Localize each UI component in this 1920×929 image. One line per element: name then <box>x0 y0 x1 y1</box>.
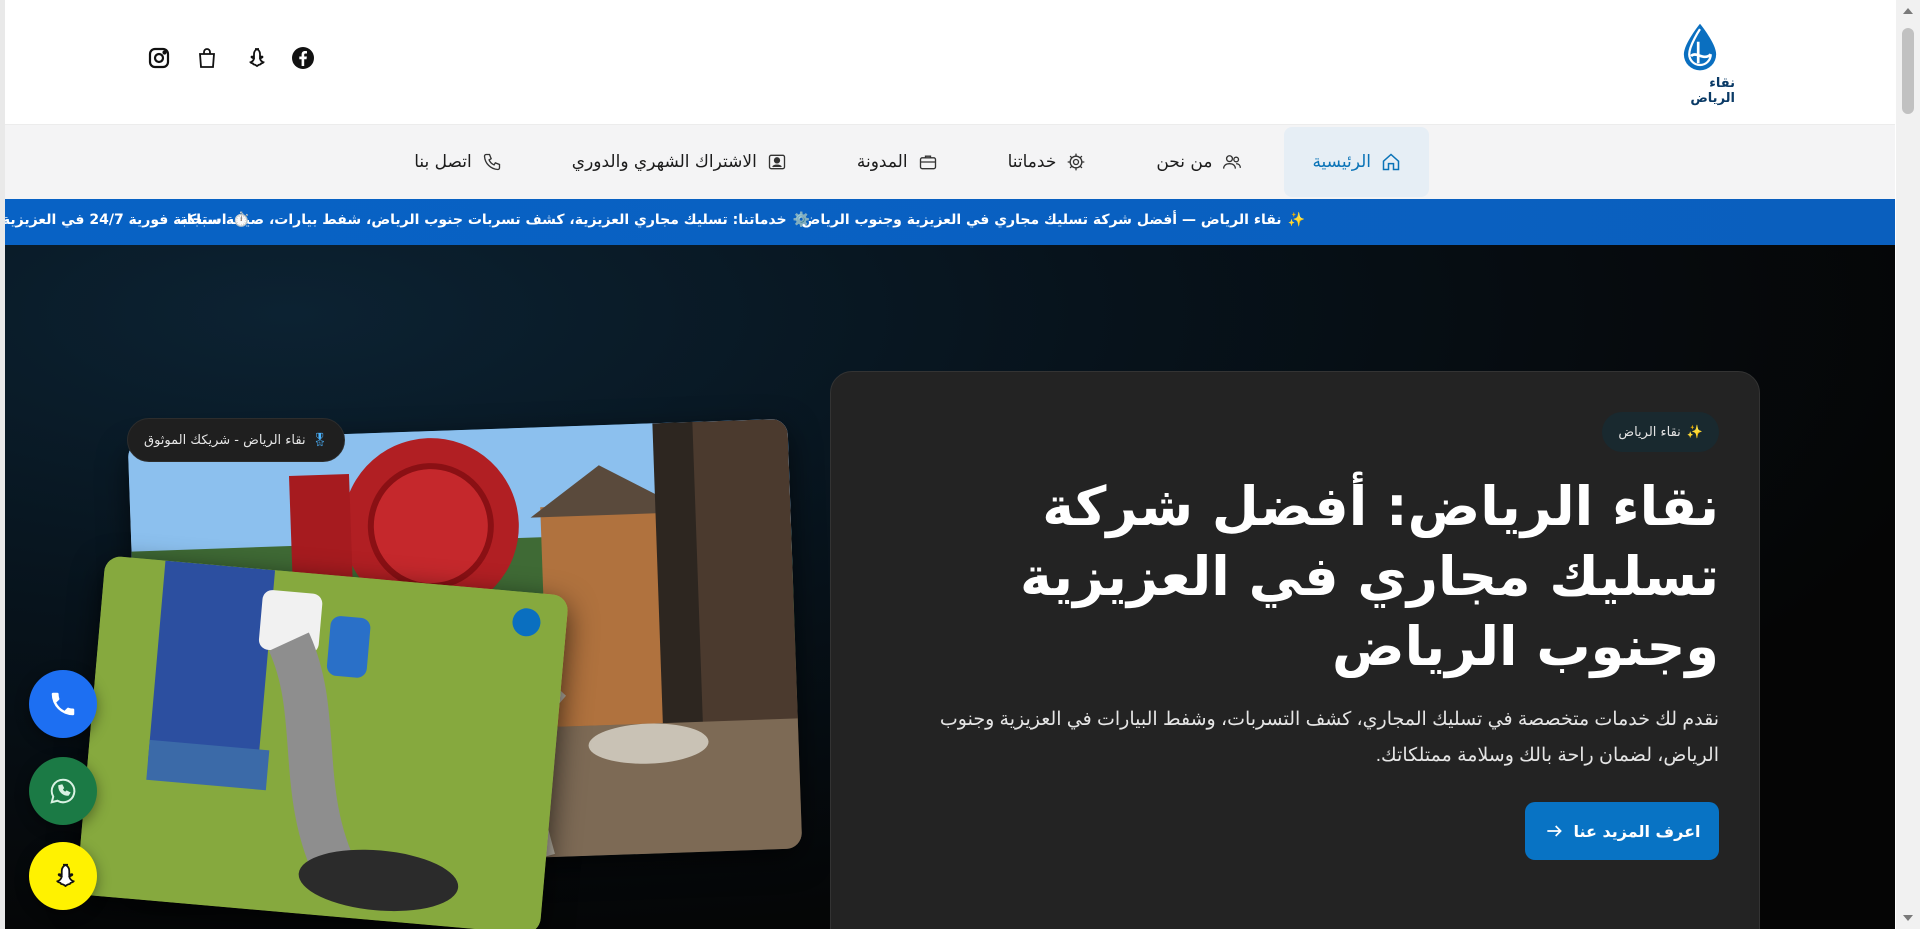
facebook-icon[interactable] <box>291 46 315 70</box>
hero-title: نقاء الرياض: أفضل شركة تسليك مجاري في ال… <box>1020 475 1719 678</box>
home-icon <box>1382 153 1400 171</box>
arrow-right-icon <box>1546 825 1562 837</box>
snapchat-icon[interactable] <box>243 46 267 70</box>
snapchat-button[interactable] <box>29 842 97 910</box>
scroll-up-arrow[interactable] <box>1903 8 1913 14</box>
image-badge-text: نقاء الرياض - شريكك الموثوق <box>144 432 306 448</box>
stopwatch-icon: ⏱️ <box>232 212 250 228</box>
nav-item-label: خدماتنا <box>1007 152 1057 172</box>
whatsapp-icon <box>50 778 76 804</box>
nav-item-label: من نحن <box>1156 152 1213 172</box>
phone-icon <box>483 153 500 171</box>
instagram-icon[interactable] <box>147 46 171 70</box>
learn-more-button[interactable]: اعرف المزيد عنا <box>1525 802 1719 860</box>
social-links <box>147 46 315 70</box>
site-logo[interactable]: نقاء الرياض <box>1665 22 1735 106</box>
hero-badge-text: نقاء الرياض <box>1618 424 1681 440</box>
bag-icon[interactable] <box>195 46 219 70</box>
nav-item-home[interactable]: الرئيسية <box>1284 127 1429 197</box>
award-icon: 🎖 <box>311 432 329 448</box>
gear-icon: ⚙️ <box>792 212 810 228</box>
hero-description: نقدم لك خدمات متخصصة في تسليك المجاري، ك… <box>939 709 1719 766</box>
water-drop-logo-icon <box>1683 23 1717 71</box>
scroll-thumb[interactable] <box>1902 28 1914 114</box>
nav-item-label: اتصل بنا <box>414 152 472 172</box>
site-header: نقاء الرياض <box>5 0 1895 125</box>
news-ticker: ✨ نقاء الرياض — أفضل شركة تسليك مجاري في… <box>5 199 1895 245</box>
ticker-text: استجابة فورية 24/7 في العزيزية، الن <box>5 212 227 228</box>
snapchat-icon <box>56 863 75 888</box>
nav-item-subscription[interactable]: الاشتراك الشهري والدوري <box>544 127 815 197</box>
sparkle-icon: ✨ <box>1287 212 1305 228</box>
nav-items: الرئيسية من نحن خدماتنا المدونة الاشتراك… <box>386 125 1429 199</box>
worker-hose-illustration <box>76 555 569 929</box>
hero-badge: ✨ نقاء الرياض <box>1602 412 1719 452</box>
nav-item-services[interactable]: خدماتنا <box>980 127 1115 197</box>
briefcase-icon <box>919 155 936 170</box>
nav-item-label: المدونة <box>856 152 908 172</box>
phone-call-icon <box>51 692 75 716</box>
ticker-item: ✨ نقاء الرياض — أفضل شركة تسليك مجاري في… <box>802 212 1305 228</box>
sparkle-icon: ✨ <box>1686 424 1703 440</box>
id-card-icon <box>768 154 786 170</box>
ticker-item: ⚙️ خدماتنا: تسليك مجاري العزيزية، كشف تس… <box>180 212 810 228</box>
ticker-item: ⏱️ استجابة فورية 24/7 في العزيزية، الن <box>5 212 250 228</box>
logo-text: نقاء الرياض <box>1690 76 1735 106</box>
whatsapp-button[interactable] <box>29 757 97 825</box>
cta-label: اعرف المزيد عنا <box>1573 821 1701 841</box>
hero-image-worker <box>76 555 569 929</box>
nav-item-about[interactable]: من نحن <box>1128 127 1270 197</box>
nav-item-contact[interactable]: اتصل بنا <box>386 127 530 197</box>
gear-icon <box>1067 153 1085 171</box>
vertical-scrollbar[interactable] <box>1896 0 1920 929</box>
image-badge: 🎖 نقاء الرياض - شريكك الموثوق <box>127 418 346 462</box>
nav-item-label: الاشتراك الشهري والدوري <box>571 152 757 172</box>
nav-item-blog[interactable]: المدونة <box>829 127 966 197</box>
main-navigation: الرئيسية من نحن خدماتنا المدونة الاشتراك… <box>5 125 1895 199</box>
nav-item-label: الرئيسية <box>1312 152 1371 172</box>
hero-section: 🎖 نقاء الرياض - شريكك الموثوق ✨ نقاء الر… <box>5 245 1895 929</box>
ticker-text: خدماتنا: تسليك مجاري العزيزية، كشف تسربا… <box>179 212 787 228</box>
users-icon <box>1223 155 1242 169</box>
ticker-text: نقاء الرياض — أفضل شركة تسليك مجاري في ا… <box>801 212 1282 228</box>
scroll-down-arrow[interactable] <box>1903 915 1913 921</box>
hero-card: ✨ نقاء الرياض نقاء الرياض: أفضل شركة تسل… <box>830 371 1760 929</box>
phone-call-button[interactable] <box>29 670 97 738</box>
